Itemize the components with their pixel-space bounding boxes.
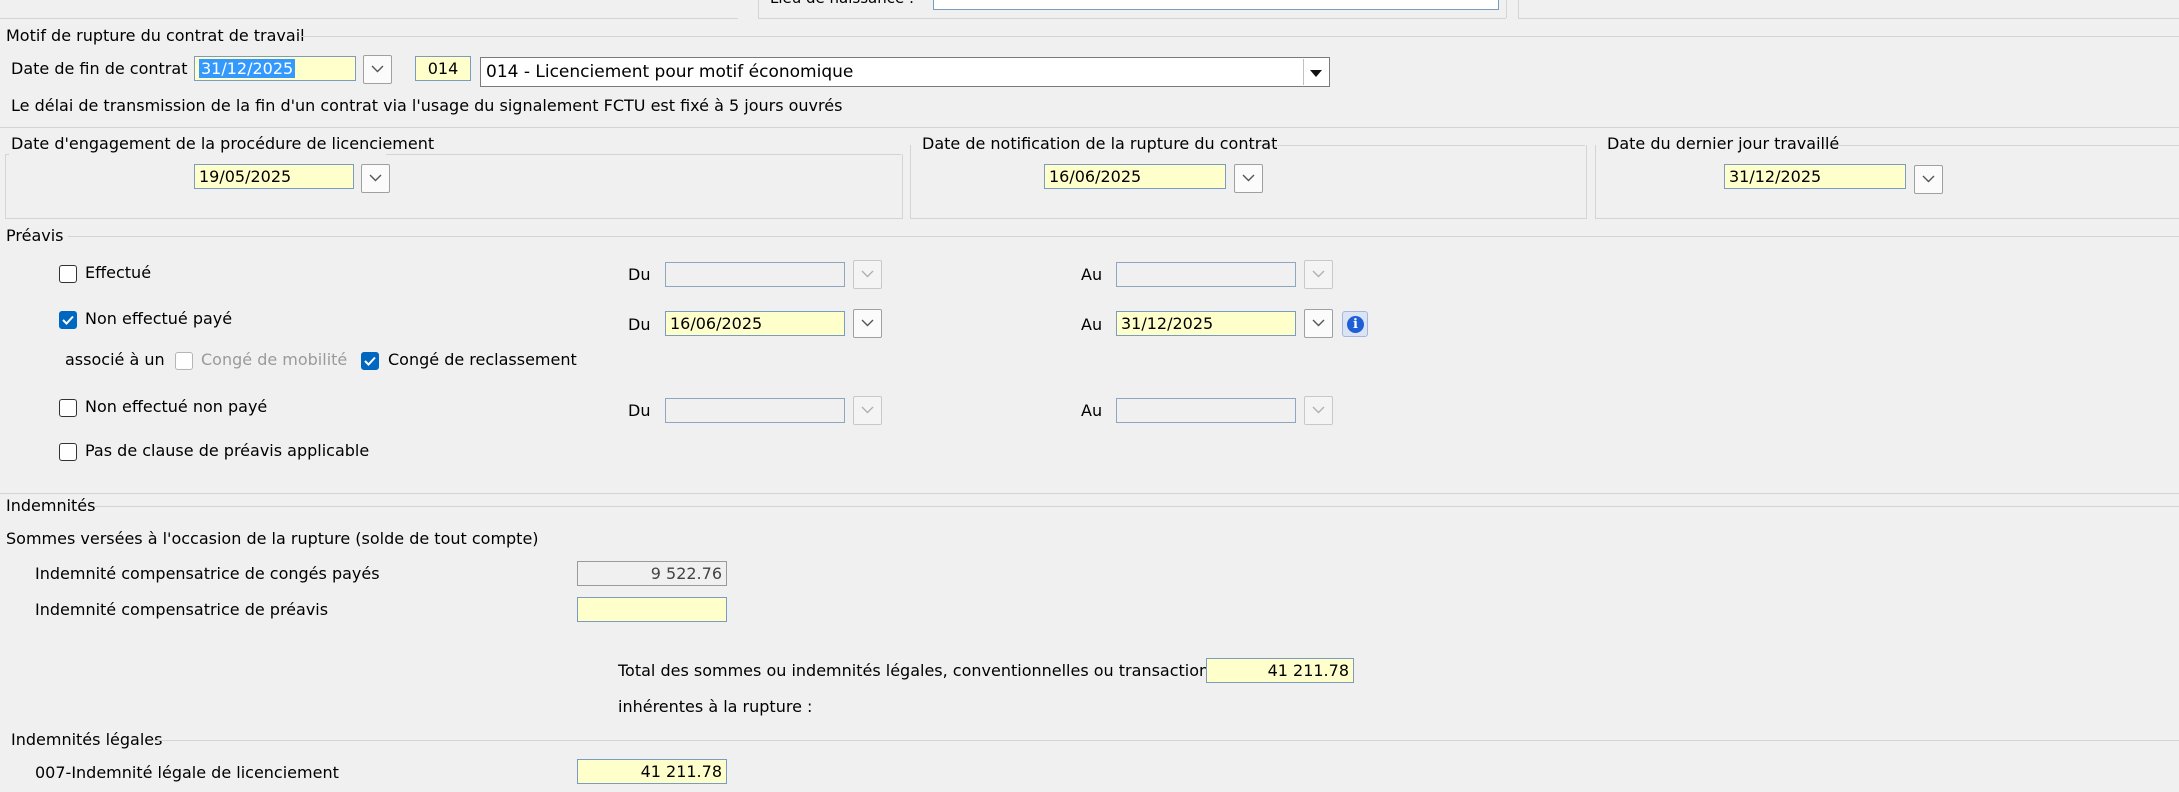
- non-effectue-non-paye-au-calendar-button[interactable]: [1304, 396, 1333, 425]
- non-effectue-non-paye-du-calendar-button[interactable]: [853, 396, 882, 425]
- fctu-info-text: Le délai de transmission de la fin d'un …: [11, 96, 843, 115]
- top-frame-right-edge: [1506, 0, 1507, 18]
- associe-label: associé à un: [65, 350, 165, 369]
- conge-reclassement-label: Congé de reclassement: [388, 350, 577, 369]
- total-label-line2: inhérentes à la rupture :: [618, 697, 813, 716]
- legales-section-title: Indemnités légales: [11, 730, 163, 749]
- conges-payes-input[interactable]: 9 522.76: [577, 561, 727, 586]
- chevron-down-icon: [1312, 319, 1325, 327]
- non-effectue-non-paye-du-input[interactable]: [665, 398, 845, 423]
- non-effectue-non-paye-checkbox[interactable]: [59, 399, 77, 417]
- dernier-jour-title: Date du dernier jour travaillé: [1607, 134, 1840, 153]
- effectue-au-label: Au: [1081, 265, 1103, 284]
- checkmark-icon: [62, 315, 74, 325]
- date-fin-value: 31/12/2025: [199, 59, 296, 78]
- chevron-down-icon: [371, 65, 384, 73]
- conge-reclassement-checkbox[interactable]: [361, 352, 379, 370]
- non-effectue-paye-label: Non effectué payé: [85, 309, 233, 328]
- date-fin-input[interactable]: 31/12/2025: [194, 56, 356, 81]
- engagement-calendar-button[interactable]: [361, 164, 390, 193]
- info-icon[interactable]: i: [1342, 311, 1368, 337]
- non-effectue-paye-au-input[interactable]: 31/12/2025: [1116, 311, 1296, 336]
- non-effectue-non-paye-du-label: Du: [628, 401, 651, 420]
- chevron-down-icon: [1922, 175, 1935, 183]
- total-input[interactable]: 41 211.78: [1206, 658, 1354, 683]
- indemnites-section-divider: [95, 506, 2179, 507]
- chevron-down-icon: [1242, 174, 1255, 182]
- chevron-down-icon: [861, 270, 874, 278]
- engagement-date-input[interactable]: 19/05/2025: [194, 164, 354, 189]
- preavis-indemnite-input[interactable]: [577, 597, 727, 622]
- conge-mobilite-label: Congé de mobilité: [201, 350, 348, 369]
- chevron-down-icon: [861, 319, 874, 327]
- lieu-naissance-label: Lieu de naissance :: [770, 0, 914, 8]
- non-effectue-paye-du-calendar-button[interactable]: [853, 309, 882, 338]
- motif-dropdown[interactable]: 014 - Licenciement pour motif économique: [480, 57, 1330, 87]
- top-frame2-bottom: [1518, 18, 2179, 19]
- engagement-title: Date d'engagement de la procédure de lic…: [11, 134, 435, 153]
- lieu-naissance-input[interactable]: [933, 0, 1499, 10]
- preavis-section-divider: [68, 236, 2179, 237]
- conges-payes-label: Indemnité compensatrice de congés payés: [35, 564, 380, 583]
- preavis-section-title: Préavis: [6, 226, 64, 245]
- non-effectue-paye-au-calendar-button[interactable]: [1304, 309, 1333, 338]
- chevron-down-icon: [1312, 406, 1325, 414]
- notification-date-input[interactable]: 16/06/2025: [1044, 164, 1226, 189]
- date-fin-calendar-button[interactable]: [363, 55, 392, 84]
- effectue-au-input[interactable]: [1116, 262, 1296, 287]
- checkmark-icon: [364, 356, 376, 366]
- non-effectue-paye-du-label: Du: [628, 315, 651, 334]
- non-effectue-non-paye-label: Non effectué non payé: [85, 397, 268, 416]
- non-effectue-paye-checkbox[interactable]: [59, 311, 77, 329]
- top-divider-left: [0, 18, 738, 19]
- legales-section-divider: [152, 740, 2179, 741]
- sommes-label: Sommes versées à l'occasion de la ruptur…: [6, 529, 539, 548]
- conge-mobilite-checkbox[interactable]: [175, 352, 193, 370]
- motif-code-input[interactable]: 014: [415, 56, 471, 81]
- preavis-bottom-divider: [0, 493, 2179, 494]
- legale-licenciement-input[interactable]: 41 211.78: [577, 759, 727, 784]
- effectue-du-calendar-button[interactable]: [853, 260, 882, 289]
- top-frame-bottom: [758, 18, 1506, 19]
- caret-down-icon: [1310, 70, 1322, 77]
- effectue-au-calendar-button[interactable]: [1304, 260, 1333, 289]
- motif-bottom-divider: [0, 127, 2179, 128]
- dernier-jour-calendar-button[interactable]: [1914, 165, 1943, 194]
- legale-licenciement-label: 007-Indemnité légale de licenciement: [35, 763, 339, 782]
- top-frame-left-edge: [758, 0, 759, 18]
- non-effectue-non-paye-au-label: Au: [1081, 401, 1103, 420]
- motif-section-divider: [300, 36, 2179, 37]
- dernier-jour-date-input[interactable]: 31/12/2025: [1724, 164, 1906, 189]
- effectue-du-label: Du: [628, 265, 651, 284]
- notification-title: Date de notification de la rupture du co…: [922, 134, 1278, 153]
- motif-dropdown-button[interactable]: [1303, 59, 1328, 85]
- info-icon-glyph: i: [1347, 316, 1364, 333]
- chevron-down-icon: [369, 174, 382, 182]
- top-frame2-left-edge: [1518, 0, 1519, 18]
- date-fin-label: Date de fin de contrat :: [11, 59, 198, 78]
- non-effectue-paye-du-input[interactable]: 16/06/2025: [665, 311, 845, 336]
- motif-section-title: Motif de rupture du contrat de travail: [6, 26, 305, 45]
- non-effectue-non-paye-au-input[interactable]: [1116, 398, 1296, 423]
- effectue-checkbox[interactable]: [59, 265, 77, 283]
- total-label-line1: Total des sommes ou indemnités légales, …: [618, 661, 1257, 680]
- preavis-indemnite-label: Indemnité compensatrice de préavis: [35, 600, 329, 619]
- motif-dropdown-value: 014 - Licenciement pour motif économique: [486, 62, 854, 82]
- effectue-du-input[interactable]: [665, 262, 845, 287]
- engagement-frame: [5, 154, 903, 219]
- non-effectue-paye-au-label: Au: [1081, 315, 1103, 334]
- pas-clause-label: Pas de clause de préavis applicable: [85, 441, 370, 460]
- chevron-down-icon: [861, 406, 874, 414]
- notification-calendar-button[interactable]: [1234, 164, 1263, 193]
- chevron-down-icon: [1312, 270, 1325, 278]
- indemnites-section-title: Indemnités: [6, 496, 96, 515]
- pas-clause-checkbox[interactable]: [59, 443, 77, 461]
- effectue-label: Effectué: [85, 263, 152, 282]
